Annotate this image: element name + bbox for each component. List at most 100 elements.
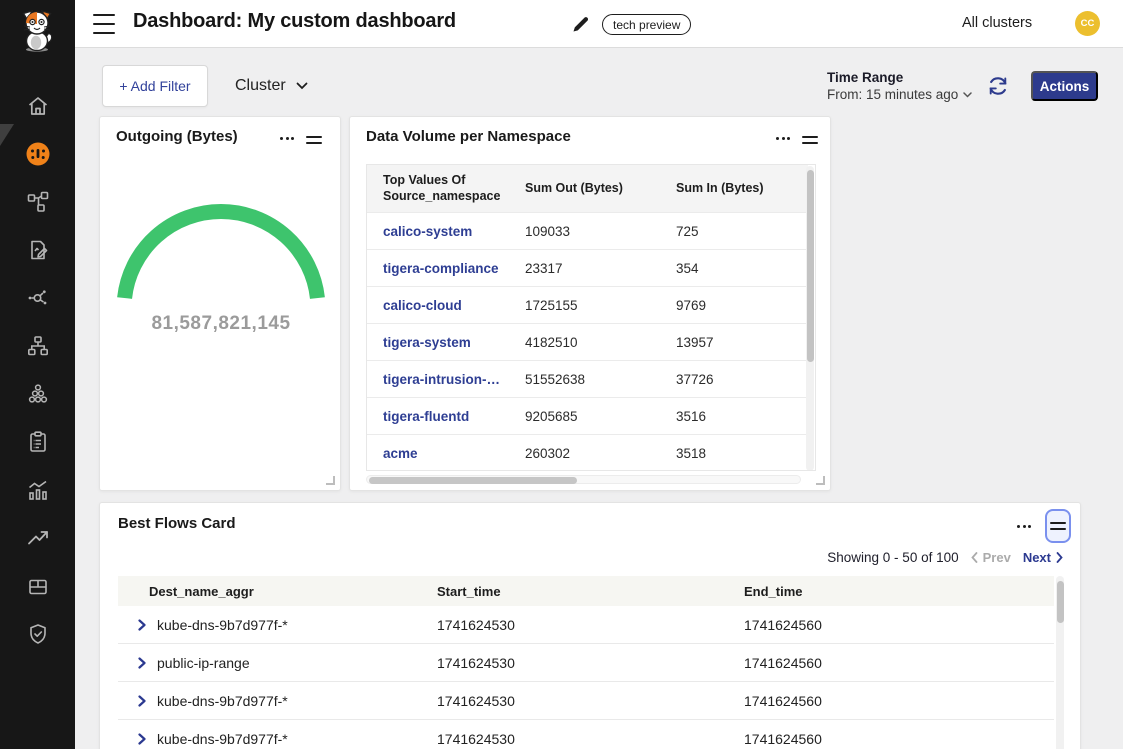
namespace-link[interactable]: acme — [367, 446, 509, 461]
time-range-value: From: 15 minutes ago — [827, 87, 958, 102]
column-header-sum-in: Sum In (Bytes) — [660, 181, 808, 197]
table-row: tigera-system 4182510 13957 — [367, 323, 808, 360]
sum-out-value: 109033 — [509, 224, 660, 239]
sum-in-value: 37726 — [660, 372, 808, 387]
hamburger-menu-icon[interactable] — [93, 14, 115, 34]
namespace-link[interactable]: tigera-fluentd — [367, 409, 509, 424]
table-row-expandable[interactable]: kube-dns-9b7d977f-* 1741624530 174162456… — [118, 606, 1054, 644]
gauge-arc — [100, 201, 342, 321]
table-row: acme 260302 3518 — [367, 434, 808, 471]
endpoints-icon[interactable] — [25, 285, 51, 311]
drag-handle-focused[interactable] — [1045, 509, 1071, 543]
time-range-selector[interactable]: From: 15 minutes ago — [827, 87, 972, 102]
horizontal-scrollbar-track[interactable] — [366, 475, 801, 484]
workloads-icon[interactable] — [25, 381, 51, 407]
sum-in-value: 13957 — [660, 335, 808, 350]
table-row: calico-system 109033 725 — [367, 212, 808, 249]
sum-out-value: 51552638 — [509, 372, 660, 387]
cluster-dropdown[interactable]: Cluster — [235, 72, 308, 100]
end-time: 1741624560 — [744, 617, 1054, 633]
namespace-link[interactable]: tigera-system — [367, 335, 509, 350]
table-row-expandable[interactable]: kube-dns-9b7d977f-* 1741624530 174162456… — [118, 720, 1054, 749]
end-time: 1741624560 — [744, 731, 1054, 747]
table-row: tigera-fluentd 9205685 3516 — [367, 397, 808, 434]
edit-pencil-icon[interactable] — [571, 14, 591, 34]
expand-chevron-icon[interactable] — [138, 657, 146, 669]
namespace-link[interactable]: tigera-intrusion-d… — [367, 372, 509, 387]
table-header-row: Dest_name_aggr Start_time End_time — [118, 576, 1054, 606]
dest-name: public-ip-range — [157, 655, 250, 671]
pagination: Showing 0 - 50 of 100 Prev Next — [827, 550, 1063, 565]
column-header-dest: Dest_name_aggr — [118, 584, 437, 599]
cluster-scope-selector[interactable]: All clusters — [962, 15, 1032, 31]
data-volume-table: Top Values Of Source_namespace Sum Out (… — [366, 164, 816, 471]
end-time: 1741624560 — [744, 655, 1054, 671]
namespace-link[interactable]: calico-system — [367, 224, 509, 239]
next-page-button[interactable]: Next — [1023, 550, 1063, 565]
main-content: + Add Filter Cluster Time Range From: 15… — [75, 48, 1123, 749]
dest-name: kube-dns-9b7d977f-* — [157, 731, 288, 747]
start-time: 1741624530 — [437, 617, 744, 633]
policies-icon[interactable] — [25, 237, 51, 263]
expand-chevron-icon[interactable] — [138, 695, 146, 707]
sum-out-value: 1725155 — [509, 298, 660, 313]
pagination-status: Showing 0 - 50 of 100 — [827, 550, 958, 565]
sum-in-value: 354 — [660, 261, 808, 276]
service-graph-icon[interactable] — [25, 189, 51, 215]
expand-chevron-icon[interactable] — [138, 619, 146, 631]
horizontal-scrollbar-thumb[interactable] — [369, 477, 577, 484]
dashboard-icon-active[interactable] — [25, 141, 51, 167]
vertical-scrollbar-thumb[interactable] — [807, 170, 814, 362]
prev-label: Prev — [983, 550, 1011, 565]
home-icon[interactable] — [25, 93, 51, 119]
sum-in-value: 3518 — [660, 446, 808, 461]
outgoing-bytes-card: Outgoing (Bytes) 81,587,821,145 — [99, 116, 341, 491]
card-title: Best Flows Card — [118, 515, 236, 532]
vertical-scrollbar-thumb[interactable] — [1057, 581, 1064, 623]
table-row: calico-cloud 1725155 9769 — [367, 286, 808, 323]
card-resize-handle[interactable] — [326, 476, 335, 485]
best-flows-table: Dest_name_aggr Start_time End_time kube-… — [118, 576, 1054, 749]
metrics-icon[interactable] — [25, 477, 51, 503]
card-resize-handle[interactable] — [816, 476, 825, 485]
start-time: 1741624530 — [437, 731, 744, 747]
storage-icon[interactable] — [25, 573, 51, 599]
refresh-icon[interactable] — [986, 74, 1010, 98]
drag-handle-icon — [1050, 518, 1066, 534]
drag-handle-icon[interactable] — [802, 132, 818, 148]
more-options-icon[interactable] — [278, 133, 296, 144]
reports-icon[interactable] — [25, 429, 51, 455]
time-range-control: Time Range From: 15 minutes ago — [827, 70, 972, 102]
table-row-expandable[interactable]: public-ip-range 1741624530 1741624560 — [118, 644, 1054, 682]
more-options-icon[interactable] — [774, 133, 792, 144]
more-options-icon[interactable] — [1015, 521, 1033, 532]
gauge-value: 81,587,821,145 — [100, 313, 342, 335]
sum-in-value: 725 — [660, 224, 808, 239]
chevron-down-icon — [296, 82, 308, 90]
table-row: tigera-intrusion-d… 51552638 37726 — [367, 360, 808, 397]
prev-page-button[interactable]: Prev — [971, 550, 1011, 565]
column-header-namespace: Top Values Of Source_namespace — [367, 173, 509, 204]
network-hierarchy-icon[interactable] — [25, 333, 51, 359]
actions-button[interactable]: Actions — [1031, 71, 1098, 101]
table-row: tigera-compliance 23317 354 — [367, 249, 808, 286]
namespace-link[interactable]: tigera-compliance — [367, 261, 509, 276]
tech-preview-badge: tech preview — [602, 14, 691, 35]
table-row-expandable[interactable]: kube-dns-9b7d977f-* 1741624530 174162456… — [118, 682, 1054, 720]
sidebar — [0, 0, 75, 749]
column-header-sum-out: Sum Out (Bytes) — [509, 181, 660, 197]
namespace-link[interactable]: calico-cloud — [367, 298, 509, 313]
user-avatar[interactable]: CC — [1075, 11, 1100, 36]
calico-cat-logo[interactable] — [17, 7, 57, 53]
chevron-left-icon — [971, 552, 978, 563]
expand-chevron-icon[interactable] — [138, 733, 146, 745]
security-shield-icon[interactable] — [25, 621, 51, 647]
chevron-right-icon — [1056, 552, 1063, 563]
activity-trend-icon[interactable] — [25, 525, 51, 551]
sum-out-value: 9205685 — [509, 409, 660, 424]
drag-handle-icon[interactable] — [306, 132, 322, 148]
add-filter-button[interactable]: + Add Filter — [102, 65, 208, 107]
column-header-start-time: Start_time — [437, 584, 744, 599]
cluster-dropdown-label: Cluster — [235, 77, 286, 95]
card-title: Outgoing (Bytes) — [116, 128, 238, 145]
